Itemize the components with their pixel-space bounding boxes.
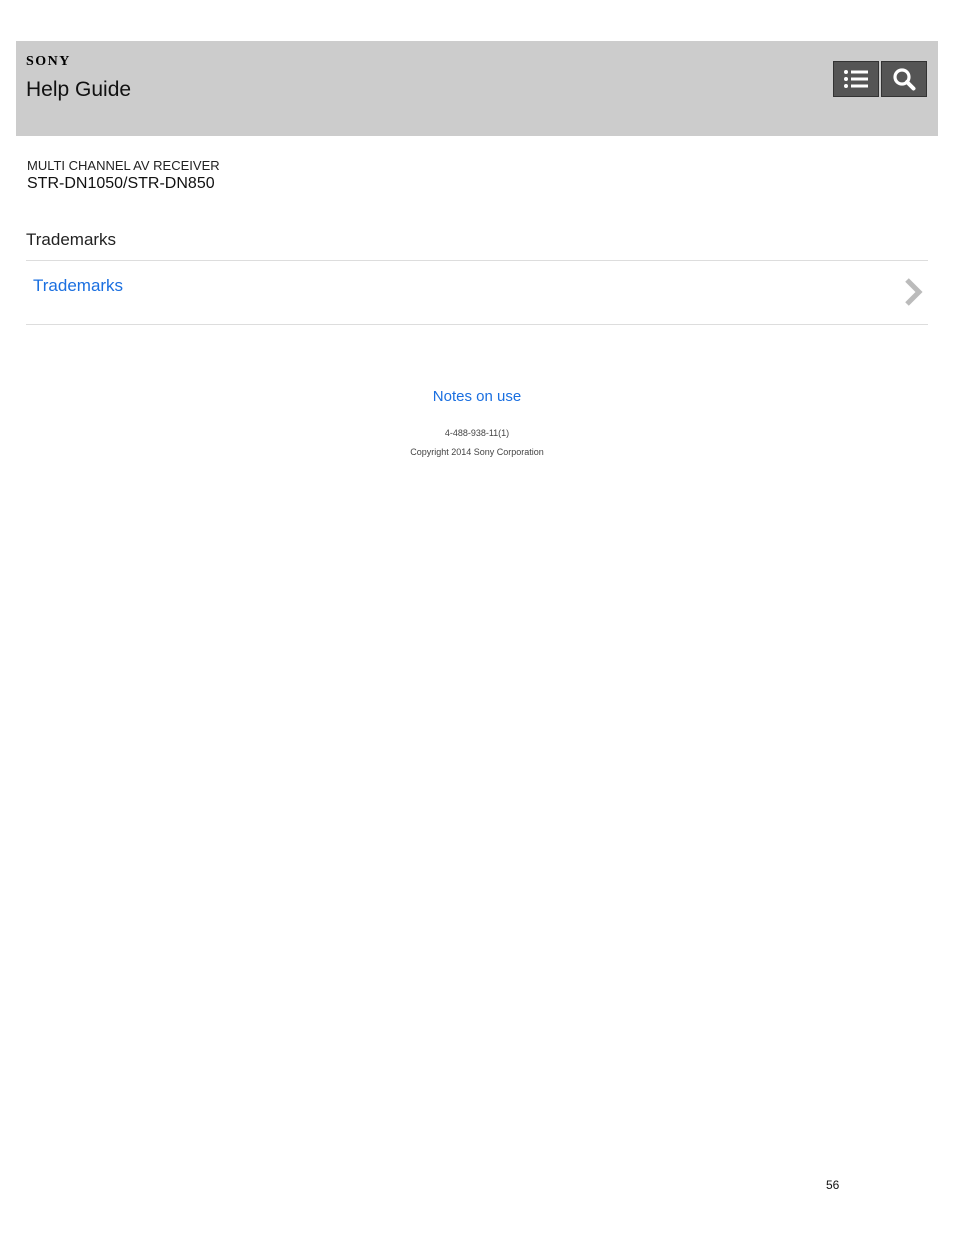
page-number: 56 bbox=[826, 1178, 840, 1192]
list-icon bbox=[844, 70, 868, 88]
search-button[interactable] bbox=[881, 61, 927, 97]
divider bbox=[26, 324, 928, 325]
notes-on-use-link[interactable]: Notes on use bbox=[433, 388, 521, 405]
chevron-right-icon bbox=[905, 278, 923, 306]
search-icon bbox=[893, 68, 916, 91]
product-model: STR-DN1050/STR-DN850 bbox=[27, 175, 215, 192]
copyright-text: Copyright 2014 Sony Corporation bbox=[410, 447, 544, 457]
topic-row-trademarks[interactable]: Trademarks bbox=[26, 261, 928, 324]
document-number: 4-488-938-11(1) bbox=[444, 428, 510, 438]
site-header: SONY Help Guide bbox=[16, 41, 938, 136]
footer-link-container: Notes on use bbox=[0, 388, 954, 406]
section-title: Trademarks bbox=[26, 230, 117, 249]
topic-link[interactable]: Trademarks bbox=[33, 276, 123, 296]
table-of-contents-button[interactable] bbox=[833, 61, 879, 97]
site-title[interactable]: Help Guide bbox=[26, 78, 131, 102]
brand-logo: SONY bbox=[26, 54, 71, 69]
product-category: MULTI CHANNEL AV RECEIVER bbox=[27, 158, 220, 173]
